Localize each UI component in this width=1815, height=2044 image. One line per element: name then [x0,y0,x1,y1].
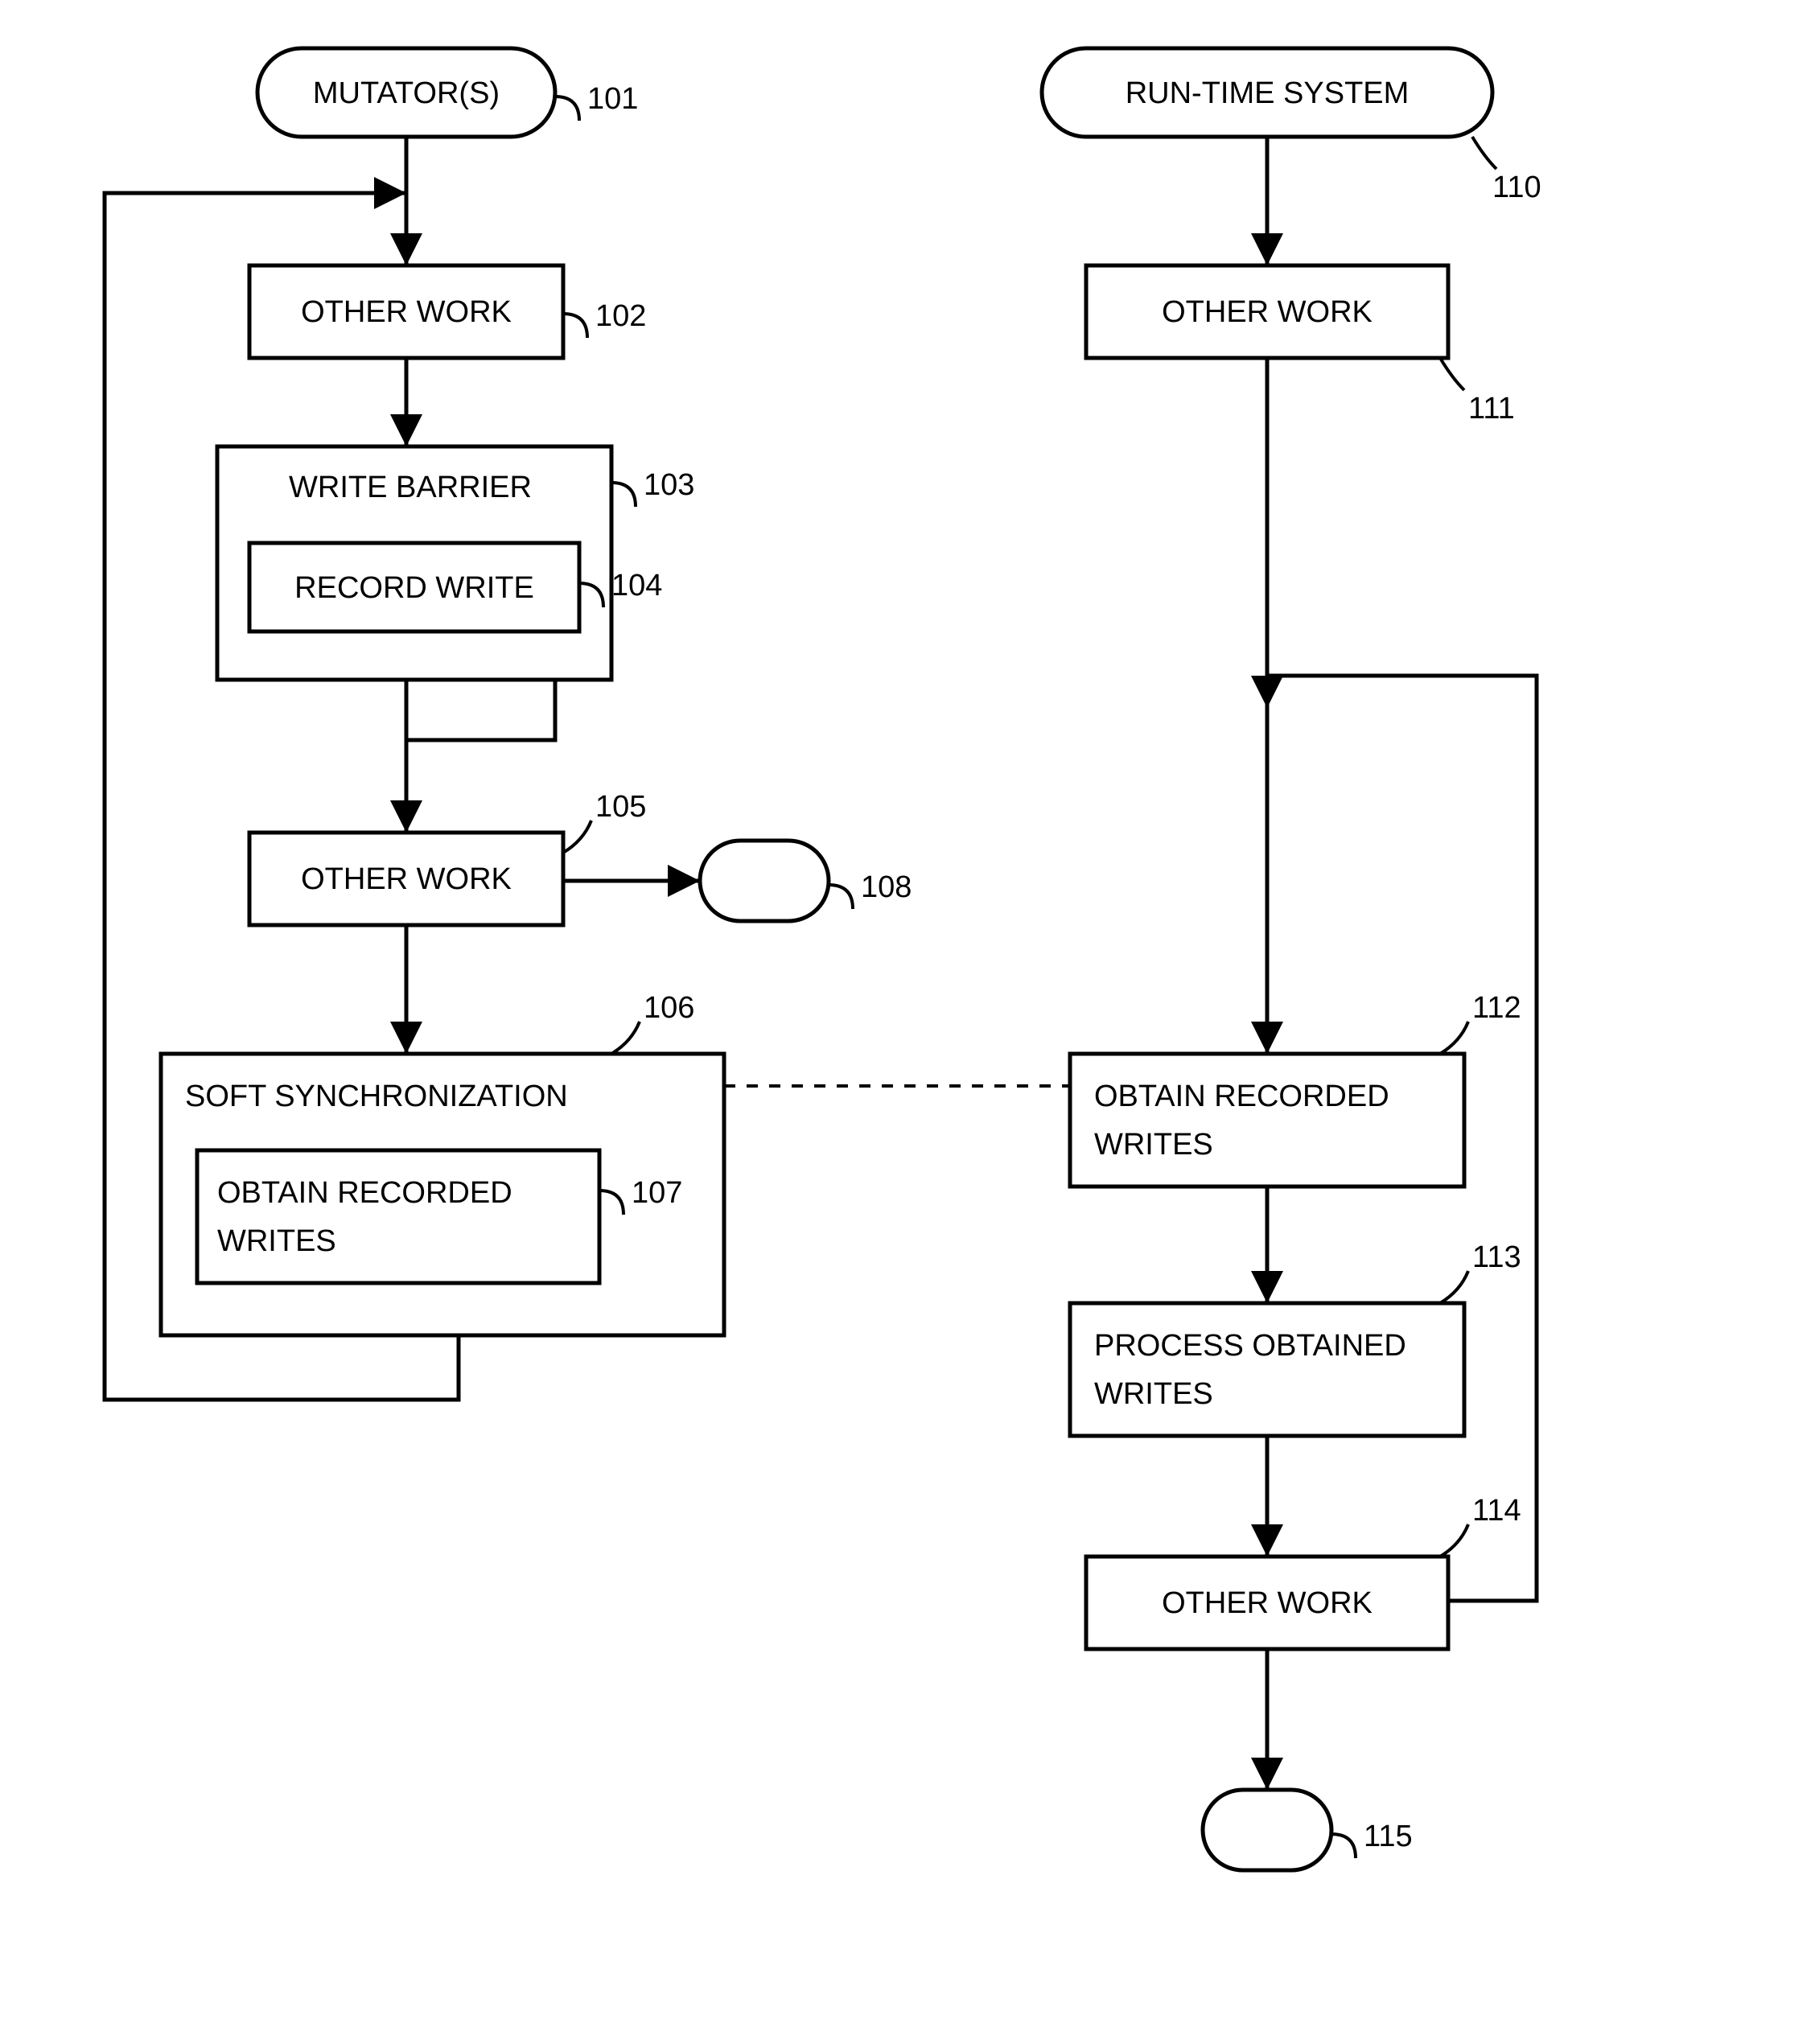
arrow-loop-top [374,177,406,209]
lead-105 [563,820,591,853]
node-115 [1203,1790,1331,1870]
num-108: 108 [861,870,912,904]
node-103-label: WRITE BARRIER [289,471,532,504]
node-107-line2: WRITES [217,1224,336,1258]
num-102: 102 [595,299,646,333]
node-112 [1070,1054,1464,1187]
num-107: 107 [632,1176,682,1210]
lead-113 [1440,1271,1468,1303]
node-102-label: OTHER WORK [301,295,512,329]
node-105-label: OTHER WORK [301,862,512,896]
node-101-label: MUTATOR(S) [313,76,500,110]
arrow-111-112 [1251,1022,1283,1054]
num-115: 115 [1364,1820,1413,1853]
arrow-113-114 [1251,1524,1283,1557]
lead-110 [1472,137,1496,169]
node-113-line1: PROCESS OBTAINED [1094,1329,1406,1363]
num-113: 113 [1472,1240,1521,1274]
node-108 [700,841,829,921]
node-113-line2: WRITES [1094,1377,1213,1411]
lead-111 [1440,358,1464,390]
arrow-103-105 [390,800,422,833]
node-106-label: SOFT SYNCHRONIZATION [185,1080,568,1113]
lead-115 [1331,1834,1356,1858]
arrow-114-115 [1251,1758,1283,1790]
arrow-112-113 [1251,1271,1283,1303]
lead-101 [555,97,579,121]
lead-106 [611,1022,640,1054]
arrow-110-111 [1251,233,1283,265]
arrow-105-108 [668,865,700,897]
arrow-loopjoin [1251,676,1283,708]
lead-114 [1440,1524,1468,1557]
num-114: 114 [1472,1494,1521,1528]
num-112: 112 [1472,991,1521,1025]
node-113 [1070,1303,1464,1436]
flowchart: MUTATOR(S) 101 OTHER WORK 102 WRITE BARR… [0,0,1815,2044]
lead-112 [1440,1022,1468,1054]
num-106: 106 [644,991,694,1025]
lead-108 [829,885,853,909]
node-107 [197,1150,599,1283]
node-110-label: RUN-TIME SYSTEM [1126,76,1410,110]
node-104-label: RECORD WRITE [294,571,534,605]
node-112-line1: OBTAIN RECORDED [1094,1080,1389,1113]
node-114-label: OTHER WORK [1162,1586,1373,1620]
lead-102 [563,314,587,338]
num-111: 111 [1468,392,1515,426]
num-101: 101 [587,82,638,116]
edge-103-loop [406,680,555,740]
num-104: 104 [611,569,662,603]
lead-103 [611,483,636,507]
node-107-line1: OBTAIN RECORDED [217,1176,512,1210]
arrow-105-106 [390,1022,422,1054]
node-111-label: OTHER WORK [1162,295,1373,329]
arrow-102-103 [390,414,422,446]
num-110: 110 [1492,171,1541,204]
node-112-line2: WRITES [1094,1128,1213,1162]
arrow-101-102 [390,233,422,265]
num-103: 103 [644,468,694,502]
num-105: 105 [595,790,646,824]
